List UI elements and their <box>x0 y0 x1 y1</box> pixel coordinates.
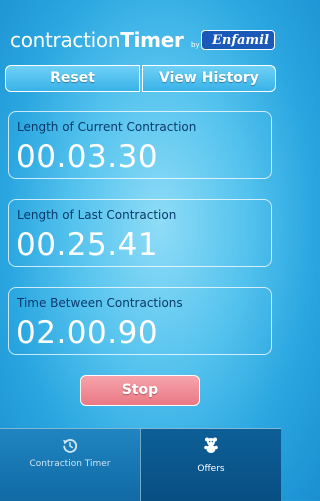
last-contraction-panel: Length of Last Contraction 00.25.41 <box>8 199 272 267</box>
brand-name: Enfamil <box>212 33 270 48</box>
current-contraction-panel: Length of Current Contraction 00.03.30 <box>8 111 272 179</box>
teddy-bear-icon <box>204 437 218 453</box>
current-contraction-value: 00.03.30 <box>16 139 159 175</box>
last-contraction-value: 00.25.41 <box>16 227 159 263</box>
tab-offers[interactable]: Offers <box>140 429 281 501</box>
time-between-label: Time Between Contractions <box>17 296 183 310</box>
by-text: by <box>191 41 200 49</box>
tab-contraction-timer-label: Contraction Timer <box>29 459 111 469</box>
app-title-bold: Timer <box>120 28 184 52</box>
view-history-button[interactable]: View History <box>142 65 276 92</box>
app-header: contractionTimer by Enfamil <box>0 0 281 60</box>
tab-contraction-timer[interactable]: Contraction Timer <box>0 429 140 501</box>
timer-reset-icon <box>63 439 78 453</box>
tab-offers-label: Offers <box>197 464 225 474</box>
enfamil-logo: Enfamil <box>201 30 275 50</box>
time-between-value: 02.00.90 <box>16 315 159 351</box>
stop-button[interactable]: Stop <box>80 375 200 406</box>
current-contraction-label: Length of Current Contraction <box>17 120 197 134</box>
last-contraction-label: Length of Last Contraction <box>17 208 177 222</box>
reset-button[interactable]: Reset <box>5 65 140 92</box>
top-button-group: Reset View History <box>5 65 276 92</box>
bottom-tab-bar: Contraction Timer Offers <box>0 428 281 501</box>
app-title: contractionTimer <box>10 28 184 52</box>
app-title-light: contraction <box>10 28 121 52</box>
time-between-panel: Time Between Contractions 02.00.90 <box>8 287 272 355</box>
